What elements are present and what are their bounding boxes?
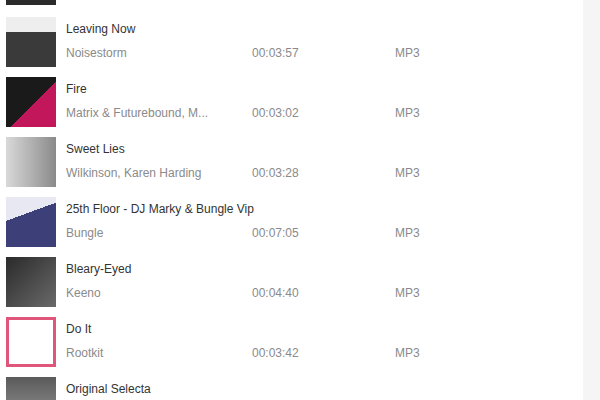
track-row-cut[interactable] (0, 0, 583, 12)
album-art-icon (6, 77, 56, 127)
track-row[interactable]: Do It Rootkit00:03:42MP3 (0, 312, 583, 372)
track-duration: 00:03:57 (252, 46, 395, 60)
track-meta: Noisestorm00:03:57MP3 (66, 46, 583, 60)
track-duration: 00:03:28 (252, 166, 395, 180)
album-art-icon (6, 0, 56, 5)
track-artist: Noisestorm (66, 46, 252, 60)
album-art-icon (6, 197, 56, 247)
track-info: Leaving Now Noisestorm00:03:57MP3 (56, 17, 583, 60)
track-title: Do It (66, 322, 583, 336)
album-art-icon (6, 17, 56, 67)
track-title: Fire (66, 82, 583, 96)
album-art-icon (6, 317, 56, 367)
track-list-window: Leaving NowNoisestorm00:03:57MP3FireMatr… (0, 0, 600, 400)
track-format: MP3 (395, 286, 583, 300)
album-art-icon (6, 137, 56, 187)
track-row[interactable]: Fire Matrix & Futurebound, M...00:03:02MP… (0, 72, 583, 132)
track-duration: 00:03:42 (252, 346, 395, 360)
track-title: Sweet Lies (66, 142, 583, 156)
track-info: Sweet Lies Wilkinson, Karen Harding00:03:… (56, 137, 583, 180)
track-meta: Rootkit00:03:42MP3 (66, 346, 583, 360)
track-title: Bleary-Eyed (66, 262, 583, 276)
track-title: 25th Floor - DJ Marky & Bungle Vip (66, 202, 583, 216)
track-row[interactable]: Bleary-Eyed Keeno00:04:40MP3 (0, 252, 583, 312)
track-meta: Wilkinson, Karen Harding00:03:28MP3 (66, 166, 583, 180)
track-format: MP3 (395, 226, 583, 240)
track-row[interactable]: Original Selecta (0, 372, 583, 400)
track-info: 25th Floor - DJ Marky & Bungle Vip Bungle… (56, 197, 583, 240)
track-format: MP3 (395, 166, 583, 180)
track-format: MP3 (395, 46, 583, 60)
track-artist: Wilkinson, Karen Harding (66, 166, 252, 180)
track-meta: Bungle00:07:05MP3 (66, 226, 583, 240)
track-format: MP3 (395, 346, 583, 360)
track-row[interactable]: Leaving Now Noisestorm00:03:57MP3 (0, 12, 583, 72)
track-info: Do It Rootkit00:03:42MP3 (56, 317, 583, 360)
track-info: Fire Matrix & Futurebound, M...00:03:02MP… (56, 77, 583, 120)
track-title: Leaving Now (66, 22, 583, 36)
track-artist: Keeno (66, 286, 252, 300)
track-duration: 00:03:02 (252, 106, 395, 120)
track-meta: Matrix & Futurebound, M...00:03:02MP3 (66, 106, 583, 120)
track-info: Bleary-Eyed Keeno00:04:40MP3 (56, 257, 583, 300)
scrollbar[interactable] (583, 0, 600, 400)
track-duration: 00:04:40 (252, 286, 395, 300)
album-art-icon (6, 257, 56, 307)
track-duration: 00:07:05 (252, 226, 395, 240)
track-info: Original Selecta (56, 377, 583, 396)
track-row[interactable]: 25th Floor - DJ Marky & Bungle Vip Bungle… (0, 192, 583, 252)
track-row[interactable]: Sweet Lies Wilkinson, Karen Harding00:03:… (0, 132, 583, 192)
track-title: Original Selecta (66, 382, 583, 396)
album-art-icon (6, 377, 56, 400)
track-artist: Matrix & Futurebound, M... (66, 106, 252, 120)
track-artist: Rootkit (66, 346, 252, 360)
track-artist: Bungle (66, 226, 252, 240)
track-format: MP3 (395, 106, 583, 120)
track-list: Leaving NowNoisestorm00:03:57MP3FireMatr… (0, 0, 583, 400)
track-meta: Keeno00:04:40MP3 (66, 286, 583, 300)
